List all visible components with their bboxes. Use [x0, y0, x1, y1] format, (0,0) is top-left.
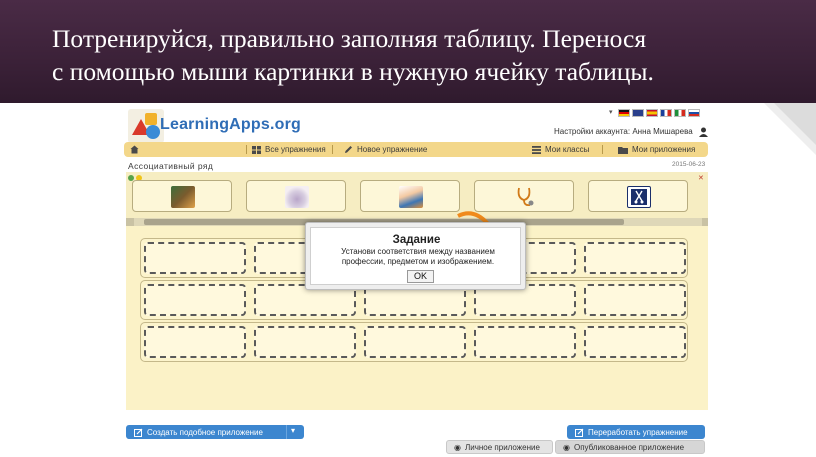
picture-card-teacher[interactable]	[132, 180, 232, 212]
rework-exercise-label: Переработать упражнение	[588, 427, 688, 437]
nav-new-exercise-label: Новое упражнение	[357, 145, 428, 154]
account-settings-link[interactable]: Настройки аккаунта: Анна Мишарева	[554, 127, 693, 136]
slide-header: Потренируйся, правильно заполняя таблицу…	[0, 0, 816, 103]
exercise-canvas: ✕	[126, 172, 708, 410]
private-app-label: Личное приложение	[464, 442, 540, 452]
corner-fold-decoration	[764, 103, 816, 155]
list-icon	[532, 145, 541, 154]
language-dropdown-icon[interactable]: ▾	[609, 109, 613, 117]
published-app-label: Опубликованное приложение	[573, 442, 685, 452]
flag-uk-icon[interactable]	[631, 109, 644, 117]
scroll-right-arrow[interactable]	[702, 218, 708, 226]
nav-my-classes-label: Мои классы	[545, 145, 590, 154]
cook-picture-icon	[399, 186, 423, 208]
flag-it-icon[interactable]	[673, 109, 686, 117]
scroll-left-arrow[interactable]	[126, 218, 134, 226]
picture-card-cake[interactable]	[246, 180, 346, 212]
drop-cell[interactable]	[144, 284, 246, 316]
drop-cell[interactable]	[144, 242, 246, 274]
drop-cell[interactable]	[144, 326, 246, 358]
flag-fr-icon[interactable]	[659, 109, 672, 117]
teacher-picture-icon	[171, 186, 195, 208]
close-tray-icon[interactable]: ✕	[698, 174, 704, 182]
drop-cell[interactable]	[364, 326, 466, 358]
slide: Потренируйся, правильно заполняя таблицу…	[0, 0, 816, 457]
stethoscope-picture-icon	[517, 187, 534, 207]
ok-button[interactable]: OK	[407, 270, 434, 283]
flag-de-icon[interactable]	[617, 109, 630, 117]
logo-text: LearningApps.org	[160, 116, 301, 133]
edit-icon	[134, 428, 143, 437]
learningapps-logo[interactable]: LearningApps.org	[128, 109, 328, 143]
flag-es-icon[interactable]	[645, 109, 658, 117]
drop-cell[interactable]	[254, 326, 356, 358]
language-flags: ▾	[609, 109, 700, 117]
task-dialog-title: Задание	[392, 234, 441, 246]
drop-cell[interactable]	[474, 326, 576, 358]
nav-my-apps[interactable]: Мои приложения	[618, 142, 695, 157]
flag-ru-icon[interactable]	[687, 109, 700, 117]
home-icon[interactable]	[130, 145, 139, 154]
nav-my-apps-label: Мои приложения	[632, 145, 696, 154]
cake-picture-icon	[285, 186, 309, 208]
create-similar-app-button[interactable]: Создать подобное приложение ▾	[126, 425, 304, 439]
edit-icon	[575, 428, 584, 437]
eye-icon: ◉	[454, 442, 461, 452]
drop-cell[interactable]	[584, 284, 686, 316]
sewing-picture-icon	[627, 186, 651, 208]
private-app-toggle[interactable]: ◉ Личное приложение	[446, 440, 553, 454]
exercise-date: 2015-06-23	[672, 161, 706, 168]
task-dialog: Задание Установи соответствия между назв…	[305, 222, 526, 290]
picture-tray: ✕	[126, 172, 708, 218]
chevron-down-icon[interactable]: ▾	[291, 426, 295, 435]
picture-card-cook[interactable]	[360, 180, 460, 212]
slide-title-line1: Потренируйся, правильно заполняя таблицу…	[52, 24, 647, 53]
task-dialog-text: Установи соответствия между названием пр…	[341, 247, 495, 266]
drop-cell[interactable]	[584, 326, 686, 358]
nav-new-exercise[interactable]: Новое упражнение	[344, 142, 427, 157]
task-dialog-body: Задание Установи соответствия между назв…	[310, 227, 521, 285]
slide-title-line2: с помощью мыши картинки в нужную ячейку …	[52, 57, 654, 86]
grid-icon	[252, 145, 261, 154]
main-navbar: Все упражнения Новое упражнение Мои клас…	[124, 142, 708, 157]
picture-card-sewing[interactable]	[588, 180, 688, 212]
pencil-icon	[345, 146, 352, 153]
nav-all-exercises-label: Все упражнения	[265, 145, 326, 154]
picture-card-stethoscope[interactable]	[474, 180, 574, 212]
folder-icon	[618, 146, 628, 154]
published-app-toggle[interactable]: ◉ Опубликованное приложение	[555, 440, 705, 454]
exercise-title: Ассоциативный ряд	[128, 161, 214, 171]
drop-cell[interactable]	[584, 242, 686, 274]
create-similar-app-label: Создать подобное приложение	[147, 427, 263, 437]
nav-my-classes[interactable]: Мои классы	[532, 142, 589, 157]
user-icon[interactable]	[699, 127, 708, 137]
nav-all-exercises[interactable]: Все упражнения	[252, 142, 326, 157]
eye-icon: ◉	[563, 442, 570, 452]
rework-exercise-button[interactable]: Переработать упражнение	[567, 425, 705, 439]
logo-shapes-icon	[128, 109, 164, 143]
